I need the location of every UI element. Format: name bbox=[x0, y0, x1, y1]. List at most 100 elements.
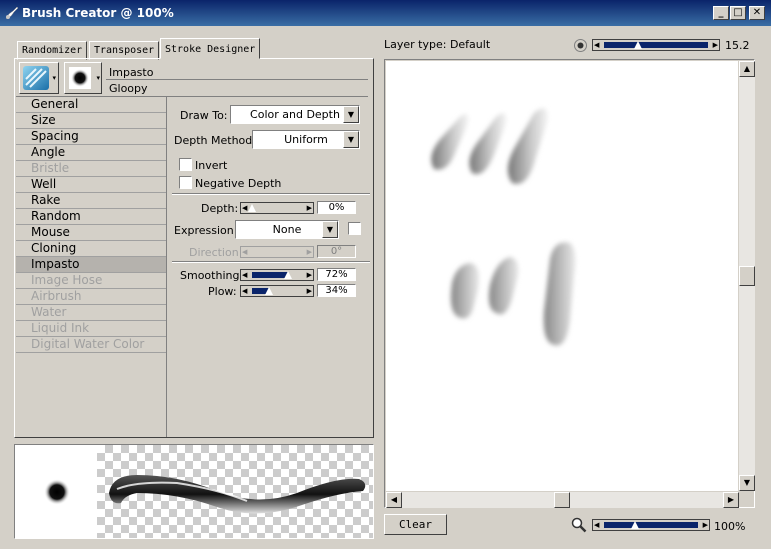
chevron-down-icon: ▼ bbox=[343, 131, 359, 148]
plow-value[interactable]: 34% bbox=[317, 284, 356, 297]
slider-track bbox=[604, 522, 698, 528]
expression-label: Expression: bbox=[174, 224, 238, 237]
expression-value: None bbox=[272, 223, 302, 236]
chevron-right-icon: ▶ bbox=[306, 287, 312, 295]
divider bbox=[172, 261, 370, 263]
slider-thumb[interactable] bbox=[284, 271, 292, 279]
smoothing-label: Smoothing: bbox=[180, 269, 244, 282]
section-item-water: Water bbox=[16, 305, 166, 321]
negative-depth-checkbox[interactable] bbox=[179, 176, 192, 189]
divider bbox=[106, 79, 368, 80]
variant-name: Gloopy bbox=[109, 82, 148, 95]
stroke-preview bbox=[14, 444, 374, 539]
clear-button[interactable]: Clear bbox=[384, 514, 447, 535]
preview-canvas-frame: ▲ ▼ ◀ ▶ bbox=[384, 59, 755, 508]
category-selector[interactable]: ▾ bbox=[19, 62, 59, 94]
expression-select[interactable]: None ▼ bbox=[235, 220, 339, 239]
category-name: Impasto bbox=[109, 66, 154, 79]
invert-checkbox[interactable] bbox=[179, 158, 192, 171]
slider-thumb[interactable] bbox=[631, 521, 639, 529]
section-item-angle[interactable]: Angle bbox=[16, 145, 166, 161]
section-item-cloning[interactable]: Cloning bbox=[16, 241, 166, 257]
chevron-left-icon: ◀ bbox=[594, 41, 600, 49]
draw-to-value: Color and Depth bbox=[250, 108, 340, 121]
minimize-button[interactable]: _ bbox=[713, 6, 729, 20]
invert-label: Invert bbox=[195, 159, 228, 172]
chevron-left-icon: ◀ bbox=[594, 521, 600, 529]
zoom-value: 100% bbox=[714, 520, 746, 533]
brush-dab-icon bbox=[69, 67, 91, 89]
scroll-down-button[interactable]: ▼ bbox=[739, 475, 755, 491]
depth-label: Depth: bbox=[201, 202, 239, 215]
section-list: General Size Spacing Angle Bristle Well Rake Ra… bbox=[16, 97, 167, 437]
section-item-well[interactable]: Well bbox=[16, 177, 166, 193]
brush-size-value: 15.2 bbox=[725, 39, 750, 52]
title-bar[interactable]: Brush Creator @ 100% _ □ ✕ bbox=[0, 0, 771, 26]
section-item-general[interactable]: General bbox=[16, 97, 166, 113]
chevron-right-icon: ▶ bbox=[306, 204, 312, 212]
slider-fill bbox=[252, 272, 288, 278]
chevron-right-icon: ▶ bbox=[306, 248, 312, 256]
slider-thumb[interactable] bbox=[634, 41, 642, 49]
scroll-up-button[interactable]: ▲ bbox=[739, 61, 755, 77]
chevron-right-icon: ▶ bbox=[712, 41, 718, 49]
chevron-down-icon: ▼ bbox=[343, 106, 359, 123]
section-item-digital-water-color: Digital Water Color bbox=[16, 337, 166, 353]
plow-slider[interactable]: ◀ ▶ bbox=[240, 285, 314, 297]
section-item-airbrush: Airbrush bbox=[16, 289, 166, 305]
chevron-right-icon: ▶ bbox=[702, 521, 708, 529]
preview-canvas[interactable] bbox=[386, 61, 738, 491]
depth-method-select[interactable]: Uniform ▼ bbox=[252, 130, 360, 149]
direction-label: Direction: bbox=[189, 246, 243, 259]
close-button[interactable]: ✕ bbox=[749, 6, 765, 20]
canvas-strokes bbox=[431, 108, 576, 346]
chevron-left-icon: ◀ bbox=[242, 287, 248, 295]
section-item-size[interactable]: Size bbox=[16, 113, 166, 129]
draw-to-select[interactable]: Color and Depth ▼ bbox=[230, 105, 360, 124]
vertical-scroll-thumb[interactable] bbox=[739, 266, 755, 286]
section-item-image-hose: Image Hose bbox=[16, 273, 166, 289]
vertical-scrollbar[interactable]: ▲ ▼ bbox=[739, 61, 755, 491]
horizontal-scrollbar[interactable]: ◀ ▶ bbox=[386, 492, 739, 508]
magnifier-icon bbox=[571, 517, 587, 533]
smoothing-slider[interactable]: ◀ ▶ bbox=[240, 269, 314, 281]
stroke-sample bbox=[109, 475, 366, 514]
window-title: Brush Creator @ 100% bbox=[22, 6, 174, 20]
negative-depth-label: Negative Depth bbox=[195, 177, 282, 190]
smoothing-value[interactable]: 72% bbox=[317, 268, 356, 281]
chevron-down-icon: ▾ bbox=[96, 74, 100, 82]
variant-selector[interactable]: ▾ bbox=[64, 62, 102, 94]
section-item-liquid-ink: Liquid Ink bbox=[16, 321, 166, 337]
slider-track bbox=[604, 42, 708, 48]
chevron-left-icon: ◀ bbox=[242, 248, 248, 256]
section-item-impasto[interactable]: Impasto bbox=[16, 257, 166, 273]
section-item-random[interactable]: Random bbox=[16, 209, 166, 225]
direction-slider: ◀ ▶ bbox=[240, 246, 314, 258]
impasto-category-icon bbox=[23, 66, 49, 90]
depth-value[interactable]: 0% bbox=[317, 201, 356, 214]
section-item-spacing[interactable]: Spacing bbox=[16, 129, 166, 145]
section-item-mouse[interactable]: Mouse bbox=[16, 225, 166, 241]
horizontal-scroll-thumb[interactable] bbox=[554, 492, 570, 508]
paint-brush-icon bbox=[5, 6, 19, 20]
plow-label: Plow: bbox=[208, 285, 237, 298]
scroll-right-button[interactable]: ▶ bbox=[723, 492, 739, 508]
brush-size-slider[interactable]: ◀ ▶ bbox=[592, 39, 720, 51]
layer-type-label: Layer type: Default bbox=[384, 38, 491, 51]
chevron-left-icon: ◀ bbox=[242, 271, 248, 279]
section-item-rake[interactable]: Rake bbox=[16, 193, 166, 209]
chevron-down-icon: ▾ bbox=[52, 74, 56, 82]
zoom-slider[interactable]: ◀ ▶ bbox=[592, 519, 710, 531]
scroll-left-button[interactable]: ◀ bbox=[386, 492, 402, 508]
depth-method-value: Uniform bbox=[284, 133, 328, 146]
maximize-button[interactable]: □ bbox=[730, 6, 746, 20]
chevron-down-icon: ▼ bbox=[322, 221, 338, 238]
depth-slider[interactable]: ◀ ▶ bbox=[240, 202, 314, 214]
depth-method-label: Depth Method: bbox=[174, 134, 256, 147]
slider-thumb[interactable] bbox=[265, 287, 273, 295]
tab-stroke-designer[interactable]: Stroke Designer bbox=[160, 38, 261, 59]
expression-invert-checkbox[interactable] bbox=[348, 222, 361, 235]
chevron-right-icon: ▶ bbox=[306, 271, 312, 279]
brush-size-dot-icon bbox=[574, 39, 587, 52]
slider-thumb[interactable] bbox=[248, 204, 256, 212]
